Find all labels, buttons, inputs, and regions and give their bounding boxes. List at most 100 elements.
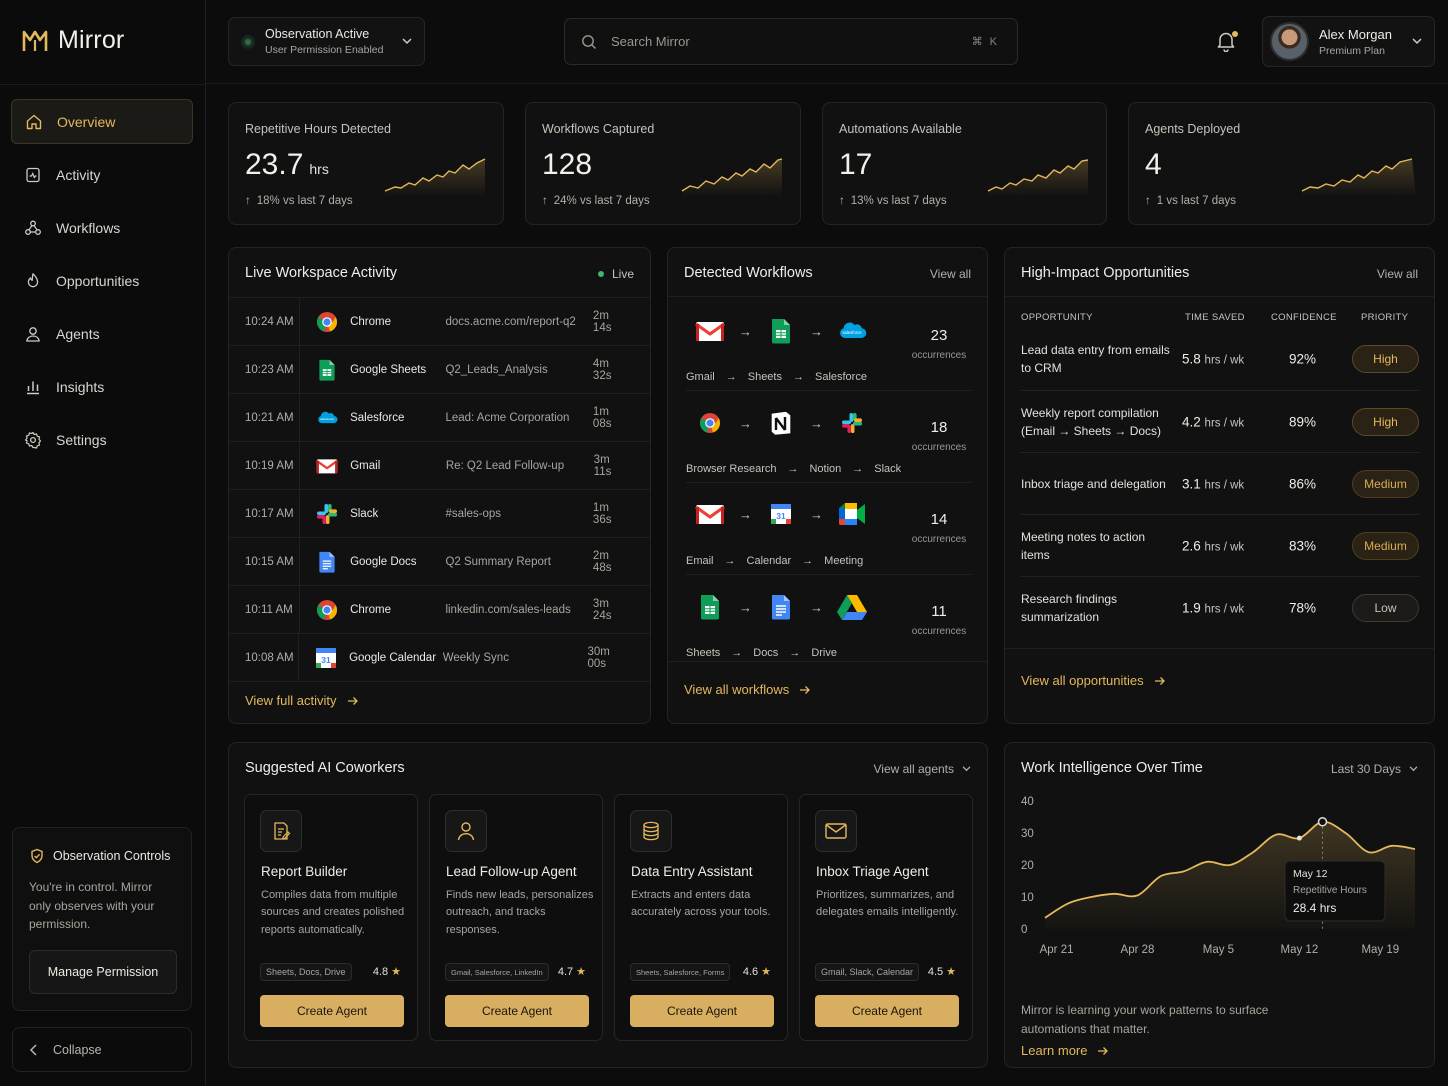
activity-row[interactable]: 10:21 AM salesforce Salesforce Lead: Acme C… (229, 393, 650, 441)
activity-row[interactable]: 10:17 AM Slack #sales-ops 1m 36s (229, 489, 650, 537)
column-header-priority: PRIORITY (1361, 312, 1409, 323)
drive-icon (836, 594, 868, 620)
agent-card[interactable]: Report Builder Compiles data from multipl… (244, 794, 418, 1041)
stat-card[interactable]: Agents Deployed 4 ↑ 1 vs last 7 days (1128, 102, 1435, 225)
arrow-up-icon: ↑ (839, 195, 845, 207)
sidebar-item-activity[interactable]: Activity (11, 152, 193, 197)
date-range-dropdown[interactable]: Last 30 Days (1331, 762, 1418, 776)
view-all-opportunities-footer-link[interactable]: View all opportunities (1021, 673, 1166, 688)
arrow-up-icon: ↑ (542, 195, 548, 207)
sidebar-item-insights[interactable]: Insights (11, 364, 193, 409)
create-agent-button[interactable]: Create Agent (445, 995, 589, 1027)
workflow-row[interactable]: → → salesforce Gmail → Sheets → Salesforce 23 occ… (686, 300, 972, 392)
workflows-icon (24, 219, 42, 237)
workflow-row[interactable]: → → Browser Research → Notion → Slack 18 occurre… (686, 390, 972, 484)
create-agent-button[interactable]: Create Agent (260, 995, 404, 1027)
workflow-count: 18 occurrences (908, 419, 970, 453)
view-all-opportunities-link[interactable]: View all (1377, 267, 1418, 281)
collapse-button[interactable]: Collapse (12, 1027, 192, 1072)
stat-card[interactable]: Workflows Captured 128 ↑ 24% vs last 7 days (525, 102, 801, 225)
sidebar-item-overview[interactable]: Overview (11, 99, 193, 144)
activity-row[interactable]: 10:23 AM Google Sheets Q2_Leads_Analysis 4m… (229, 345, 650, 393)
activity-row[interactable]: 10:24 AM Chrome docs.acme.com/report-q2 2m … (229, 297, 650, 345)
activity-duration: 30m 00s (587, 645, 610, 670)
activity-app: Chrome (350, 315, 391, 328)
opportunity-row[interactable]: Meeting notes to action items 2.6 hrs / w… (1021, 514, 1419, 576)
calendar-icon: 31 (315, 647, 337, 669)
view-all-agents-dropdown[interactable]: View all agents (874, 762, 972, 776)
opportunity-confidence: 78% (1289, 600, 1317, 615)
stat-label: Workflows Captured (542, 122, 655, 136)
activity-row[interactable]: 10:11 AM Chrome linkedin.com/sales-leads 3m… (229, 585, 650, 633)
tooltip-value: 28.4 hrs (1293, 901, 1336, 915)
observation-controls-title: Observation Controls (29, 848, 175, 864)
opportunity-row[interactable]: Weekly report compilation (Email → Sheet… (1021, 390, 1419, 452)
sidebar-item-opportunities[interactable]: Opportunities (11, 258, 193, 303)
stat-card[interactable]: Automations Available 17 ↑ 13% vs last 7 da… (822, 102, 1107, 225)
sidebar-item-agents[interactable]: Agents (11, 311, 193, 356)
agent-card[interactable]: Inbox Triage Agent Prioritizes, summarize… (799, 794, 973, 1041)
workflow-row[interactable]: → → Sheets → Docs → Drive 11 occurrences (686, 574, 972, 668)
sidebar-item-settings[interactable]: Settings (11, 417, 193, 462)
activity-row[interactable]: 10:08 AM 31 Google Calendar Weekly Sync 30m … (229, 633, 650, 681)
agent-rating: 4.6 ★ (743, 965, 771, 979)
view-all-workflows-link[interactable]: View all (930, 267, 971, 281)
create-agent-button[interactable]: Create Agent (630, 995, 774, 1027)
opportunity-row[interactable]: Research findings summarization 1.9 hrs /… (1021, 576, 1419, 638)
app-root: Mirror Overview Activity Workflows Opportun… (0, 0, 1448, 1086)
opportunity-row[interactable]: Lead data entry from emails to CRM 5.8 hr… (1021, 328, 1419, 390)
opportunity-confidence: 89% (1289, 414, 1317, 429)
manage-permission-button[interactable]: Manage Permission (29, 949, 177, 994)
activity-duration: 1m 08s (592, 405, 612, 430)
search-input[interactable]: Search Mirror ⌘ K (564, 18, 1018, 65)
opportunity-confidence: 86% (1289, 476, 1317, 491)
sparkline-area (682, 159, 782, 197)
logo[interactable]: Mirror (22, 26, 124, 55)
report-icon (260, 810, 302, 852)
avatar (1270, 22, 1309, 61)
agent-name: Data Entry Assistant (631, 864, 753, 879)
time-saved-unit: hrs / wk (1204, 354, 1245, 367)
stat-card[interactable]: Repetitive Hours Detected 23.7 hrs ↑ 18% vs … (228, 102, 504, 225)
activity-detail: Q2 Summary Report (445, 555, 551, 568)
activity-app: Google Docs (350, 555, 417, 568)
view-all-workflows-footer-link[interactable]: View all workflows (684, 682, 811, 697)
activity-time: 10:15 AM (229, 538, 301, 585)
observation-status-dropdown[interactable]: Observation Active User Permission Enabl… (228, 17, 425, 66)
agent-tags: Gmail, Slack, Calendar (815, 963, 920, 981)
svg-text:salesforce: salesforce (320, 417, 334, 421)
agent-card[interactable]: Lead Follow-up Agent Finds new leads, per… (429, 794, 603, 1041)
create-agent-button[interactable]: Create Agent (815, 995, 959, 1027)
activity-detail: Lead: Acme Corporation (445, 411, 570, 424)
sparkline-chart (987, 159, 1089, 197)
status-subtitle: User Permission Enabled (265, 44, 384, 56)
panel-title: Live Workspace Activity (245, 265, 398, 281)
stat-label: Automations Available (839, 122, 962, 136)
arrow-right-icon: → (739, 323, 752, 339)
tooltip-label: Repetitive Hours (1293, 885, 1367, 896)
docs-icon (316, 551, 338, 573)
activity-row[interactable]: 10:19 AM Gmail Re: Q2 Lead Follow-up 3m 11s (229, 441, 650, 489)
activity-duration: 3m 11s (593, 453, 612, 478)
workflow-app-label: Salesforce (814, 371, 867, 383)
app-name: Mirror (58, 26, 125, 54)
opportunity-row[interactable]: Inbox triage and delegation 3.1 hrs / wk 8… (1021, 452, 1419, 514)
view-full-activity-link[interactable]: View full activity (245, 693, 359, 708)
workflow-row[interactable]: → 31 → Email → Calendar → Meeting 14 occurrences (686, 482, 972, 576)
learn-more-link[interactable]: Learn more (1021, 1043, 1109, 1058)
sidebar-item-label: Opportunities (56, 272, 140, 289)
arrow-up-icon: ↑ (245, 195, 251, 207)
sidebar-item-workflows[interactable]: Workflows (11, 205, 193, 250)
settings-icon (24, 431, 42, 449)
activity-row[interactable]: 10:15 AM Google Docs Q2 Summary Report 2m 4… (229, 537, 650, 585)
peak-marker[interactable] (1317, 817, 1328, 827)
occurrence-label: occurrences (911, 350, 967, 361)
user-menu[interactable]: Alex Morgan Premium Plan (1262, 16, 1435, 67)
activity-time: 10:19 AM (229, 442, 301, 489)
highlight-point[interactable] (1296, 835, 1302, 841)
gmail-icon (694, 320, 726, 342)
activity-time: 10:23 AM (229, 346, 301, 393)
rating-value: 4.5 (927, 965, 944, 978)
workflow-app-label: Sheets (747, 371, 782, 383)
agent-card[interactable]: Data Entry Assistant Extracts and enters … (614, 794, 788, 1041)
